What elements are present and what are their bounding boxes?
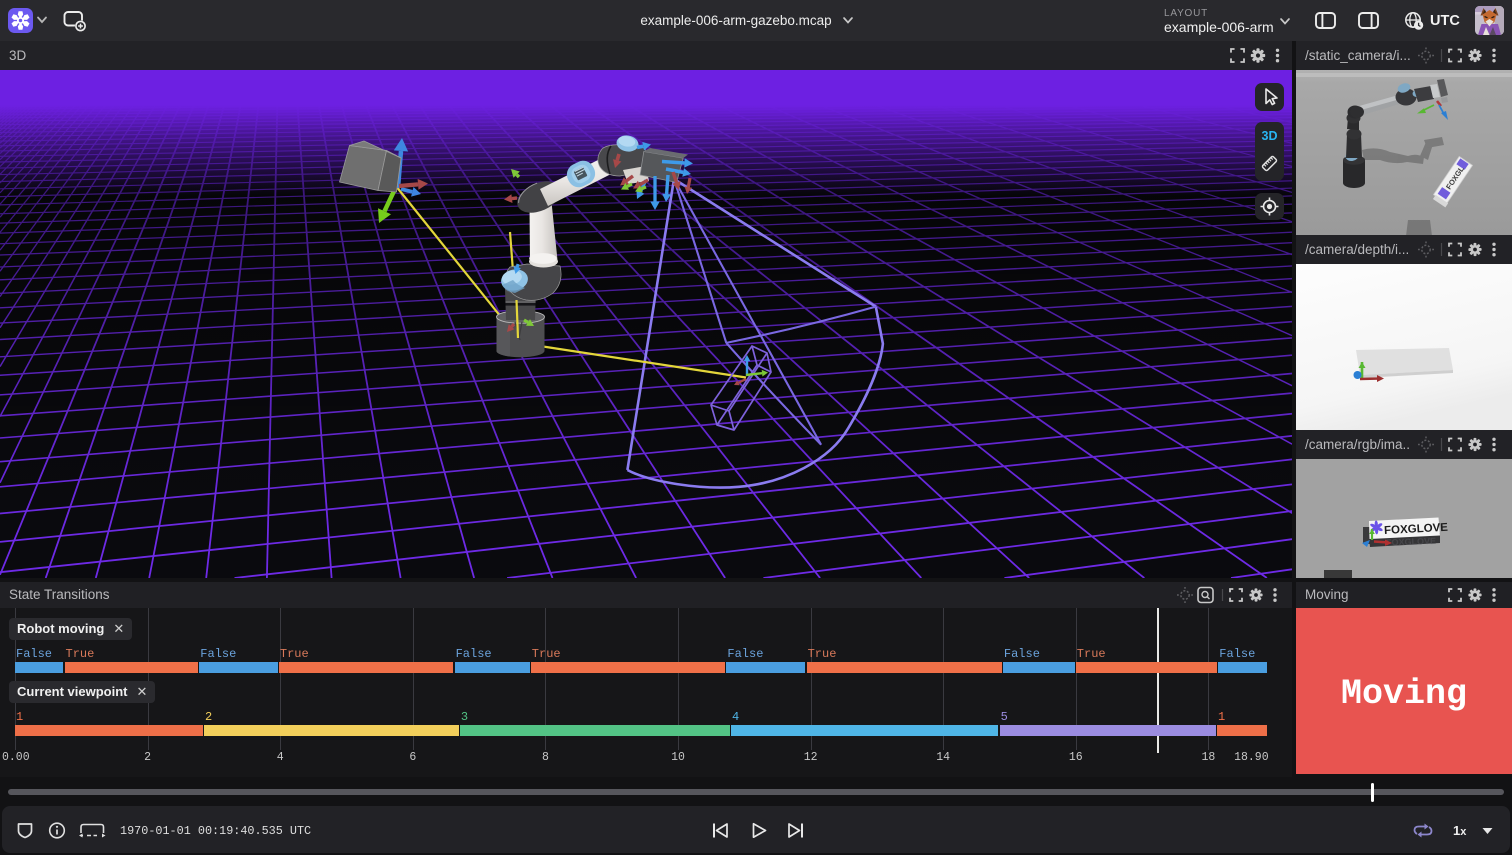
svg-text:FOXGLOVE: FOXGLOVE [1386,536,1436,548]
